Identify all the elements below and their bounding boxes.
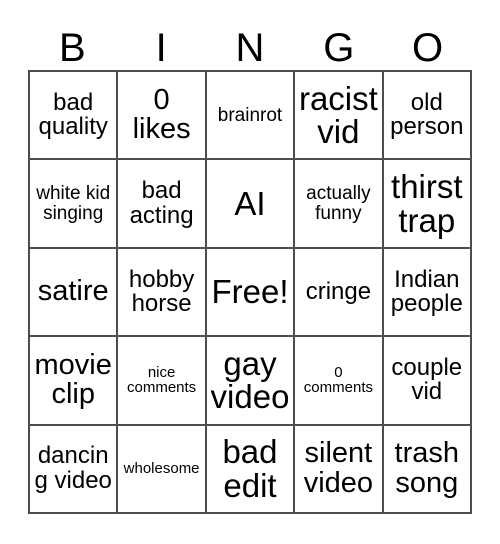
bingo-header-letter-n: N (235, 26, 265, 70)
bingo-cell-label: nice comments (127, 364, 197, 397)
bingo-cell-label: dancing video (34, 442, 112, 494)
bingo-cell-label: brainrot (217, 104, 283, 126)
bingo-cell-label: white kid singing (36, 183, 111, 224)
bingo-free-space-label: Free! (211, 273, 289, 311)
bingo-cell-label: racist vid (298, 79, 378, 151)
bingo-cell[interactable]: wholesome (118, 425, 207, 514)
bingo-cell[interactable]: brainrot (206, 72, 296, 161)
bingo-cell-label: actually funny (306, 183, 371, 224)
bingo-cell[interactable]: racist vid (295, 72, 384, 161)
bingo-cell[interactable]: silent video (295, 425, 384, 514)
bingo-cell-label: 0 comments (303, 364, 373, 397)
bingo-cell-label: hobby horse (128, 265, 195, 317)
bingo-cell[interactable]: gay video (206, 337, 296, 426)
bingo-cell[interactable]: cringe (295, 248, 384, 338)
bingo-cell[interactable]: Indian people (383, 248, 472, 338)
bingo-cell-label: Indian people (390, 265, 463, 317)
bingo-cell-label: couple vid (391, 353, 463, 406)
bingo-cell-label: cringe (305, 277, 372, 305)
bingo-cell-label: movie clip (34, 348, 112, 411)
bingo-card: B I N G O bad quality 0 likes brainrot r… (28, 18, 472, 514)
bingo-cell[interactable]: 0 likes (118, 72, 207, 161)
bingo-cell-label: bad acting (129, 177, 194, 229)
bingo-cell[interactable]: old person (383, 72, 472, 161)
bingo-cell-label: 0 likes (132, 83, 191, 146)
bingo-cell-label: bad edit (222, 433, 278, 504)
bingo-cell[interactable]: satire (30, 248, 119, 338)
bingo-cell[interactable]: bad edit (206, 425, 296, 514)
bingo-cell-label: AI (234, 184, 266, 222)
bingo-cell-label: gay video (210, 344, 290, 416)
bingo-header-letter-o: O (412, 26, 444, 70)
bingo-cell[interactable]: bad quality (30, 72, 119, 161)
bingo-cell-label: silent video (303, 437, 374, 499)
bingo-cell-label: satire (37, 275, 109, 308)
bingo-cell[interactable]: bad acting (118, 160, 207, 249)
bingo-cell[interactable]: couple vid (383, 337, 472, 426)
bingo-cell-label: wholesome (123, 460, 200, 478)
bingo-cell-label: thirst trap (391, 167, 463, 239)
bingo-header-letter-g: G (323, 26, 355, 70)
bingo-cell[interactable]: hobby horse (118, 248, 207, 338)
bingo-header-row: B I N G O (28, 18, 472, 70)
bingo-cell[interactable]: dancing video (30, 425, 119, 514)
bingo-cell-label: bad quality (38, 88, 108, 141)
bingo-cell[interactable]: trash song (383, 425, 472, 514)
bingo-cell[interactable]: actually funny (295, 160, 384, 249)
bingo-cell[interactable]: white kid singing (30, 160, 119, 249)
bingo-grid: bad quality 0 likes brainrot racist vid … (28, 70, 472, 514)
bingo-cell[interactable]: movie clip (30, 337, 119, 426)
bingo-header-letter-i: I (155, 26, 167, 70)
bingo-cell[interactable]: 0 comments (295, 337, 384, 426)
bingo-header-letter-b: B (59, 26, 86, 70)
bingo-cell[interactable]: nice comments (118, 337, 207, 426)
bingo-free-space-cell[interactable]: Free! (206, 248, 296, 338)
bingo-cell[interactable]: thirst trap (383, 160, 472, 249)
bingo-cell-label: trash song (394, 437, 460, 499)
bingo-cell[interactable]: AI (206, 160, 296, 249)
bingo-cell-label: old person (390, 88, 464, 141)
